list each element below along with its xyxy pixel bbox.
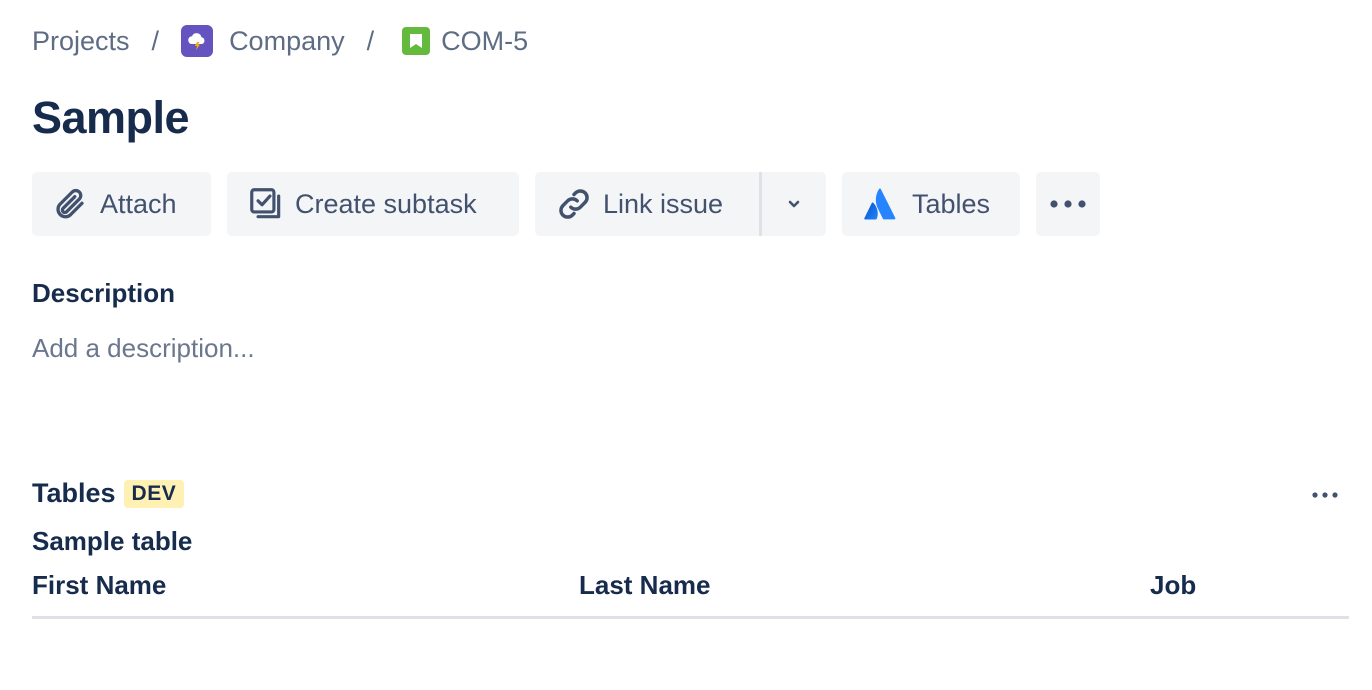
tables-button-label: Tables	[912, 188, 991, 219]
create-subtask-label: Create subtask	[295, 188, 477, 219]
link-issue-label: Link issue	[603, 188, 724, 219]
subtask-icon	[247, 185, 285, 223]
issue-view: Projects / Company / COM-5 Sample Attach…	[0, 0, 1372, 690]
link-issue-split-button: Link issue	[535, 172, 826, 236]
breadcrumb-project[interactable]: Company	[181, 25, 345, 57]
breadcrumb-issue[interactable]: COM-5	[396, 26, 528, 57]
column-header-first-name[interactable]: First Name	[32, 570, 166, 601]
tables-more-button[interactable]	[1304, 482, 1346, 508]
table-name: Sample table	[32, 526, 193, 556]
link-icon	[555, 185, 593, 223]
chevron-down-icon	[784, 194, 804, 214]
tables-panel-header: Tables DEV	[32, 478, 185, 509]
description-heading: Description	[32, 278, 176, 308]
link-issue-button[interactable]: Link issue	[535, 172, 759, 236]
page-title[interactable]: Sample	[32, 92, 190, 144]
sample-table: First Name Last Name Job	[32, 566, 1349, 619]
link-issue-dropdown-button[interactable]	[762, 172, 826, 236]
create-subtask-button[interactable]: Create subtask	[227, 172, 519, 236]
breadcrumb-separator: /	[366, 25, 375, 56]
column-header-last-name[interactable]: Last Name	[579, 570, 711, 601]
dev-badge: DEV	[123, 479, 185, 508]
breadcrumb: Projects / Company / COM-5	[32, 22, 528, 60]
tables-button[interactable]: Tables	[842, 172, 1020, 236]
story-icon	[402, 27, 431, 55]
breadcrumb-projects[interactable]: Projects	[32, 26, 130, 57]
attach-label: Attach	[100, 188, 177, 219]
breadcrumb-separator: /	[151, 25, 160, 56]
breadcrumb-issue-key: COM-5	[441, 25, 529, 56]
issue-toolbar: Attach Create subtask Link issue Tables	[32, 172, 1100, 236]
breadcrumb-project-label: Company	[229, 25, 345, 56]
more-icon	[1048, 198, 1088, 210]
project-avatar-icon	[181, 25, 214, 57]
more-actions-button[interactable]	[1036, 172, 1100, 236]
description-field[interactable]: Add a description...	[32, 333, 255, 364]
tables-panel-title: Tables	[32, 478, 116, 508]
atlassian-logo-icon	[862, 185, 900, 223]
paperclip-icon	[52, 186, 88, 222]
more-icon	[1311, 491, 1339, 499]
attach-button[interactable]: Attach	[32, 172, 211, 236]
column-header-job[interactable]: Job	[1150, 570, 1196, 601]
